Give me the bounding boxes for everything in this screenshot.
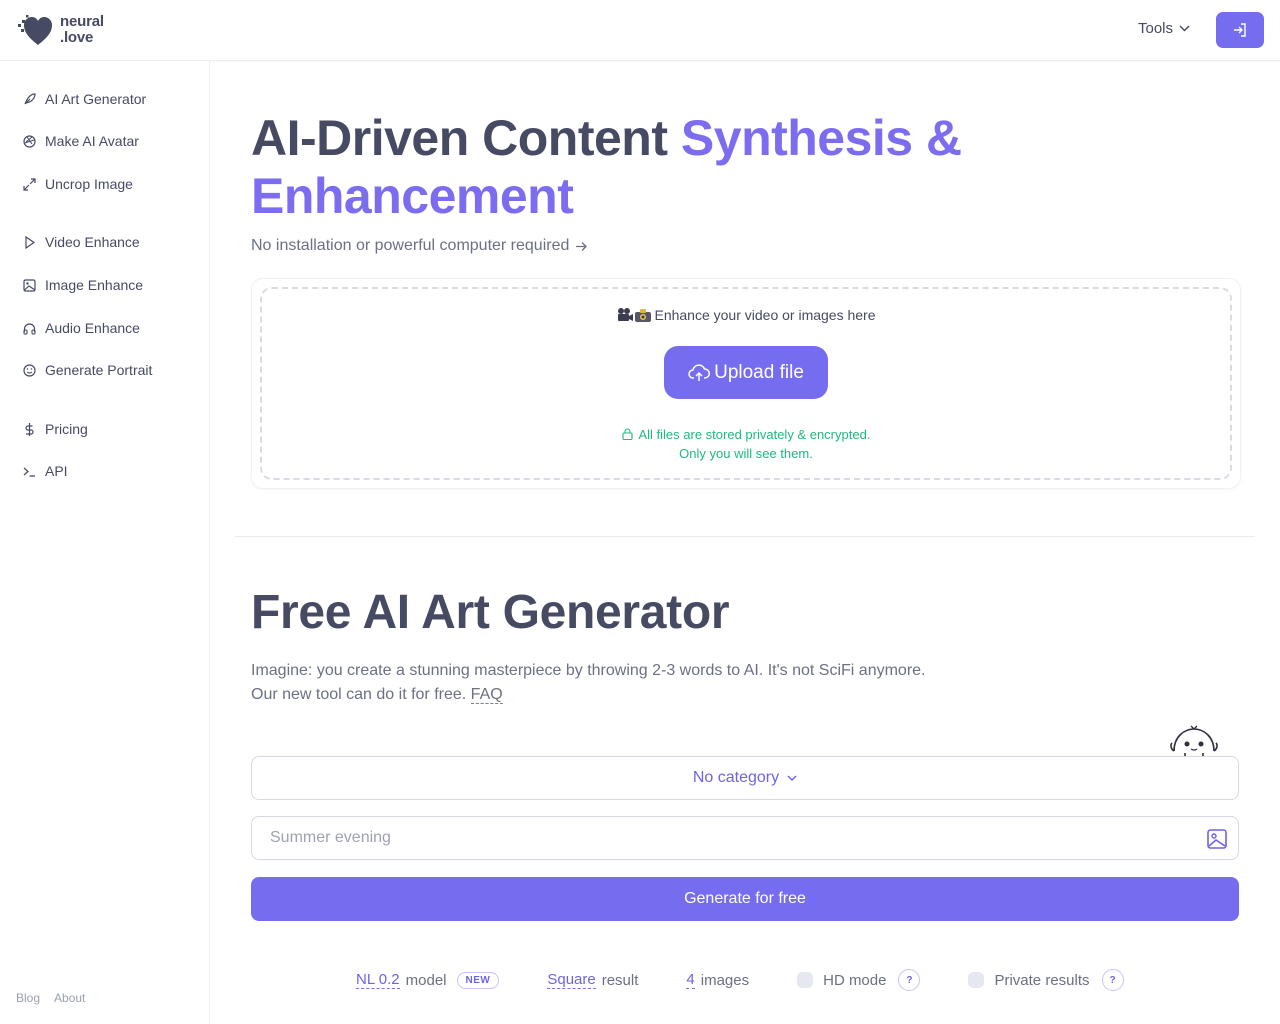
chevron-down-icon <box>787 775 797 781</box>
sidebar-item-generate-portrait[interactable]: Generate Portrait <box>22 360 152 380</box>
cloud-upload-icon <box>688 363 711 381</box>
prompt-field <box>251 816 1239 860</box>
generate-button[interactable]: Generate for free <box>251 877 1239 921</box>
sidebar-item-label: API <box>45 463 68 479</box>
category-value: No category <box>692 769 780 786</box>
count-option[interactable]: 4 images <box>686 971 749 989</box>
terminal-icon <box>23 467 35 477</box>
model-value: NL 0.2 <box>356 971 400 989</box>
sidebar-item-label: Uncrop Image <box>45 176 133 192</box>
log-in-icon <box>1234 23 1246 37</box>
hero-subtitle: No installation or powerful computer req… <box>251 237 570 254</box>
hd-mode-option: HD mode ? <box>797 969 921 991</box>
about-link[interactable]: About <box>54 991 85 1005</box>
sidebar-item-image-enhance[interactable]: Image Enhance <box>22 275 143 295</box>
sidebar-item-label: Audio Enhance <box>45 320 140 336</box>
expand-icon <box>23 177 36 191</box>
chevron-down-icon <box>1179 25 1190 32</box>
sidebar-item-audio-enhance[interactable]: Audio Enhance <box>22 318 140 338</box>
sidebar-item-label: AI Art Generator <box>45 91 147 107</box>
sidebar-item-make-ai-avatar[interactable]: Make AI Avatar <box>22 131 139 151</box>
upload-file-button[interactable]: Upload file <box>664 346 828 399</box>
upload-label-row: Enhance your video or images here <box>262 307 1230 323</box>
arrow-right-icon <box>576 241 588 251</box>
hd-mode-label: HD mode <box>823 971 887 989</box>
sidebar-item-label: Make AI Avatar <box>45 133 139 149</box>
privacy-note: All files are stored privately & encrypt… <box>262 425 1230 463</box>
private-results-label: Private results <box>994 971 1090 989</box>
top-bar: neural .love Tools <box>0 0 1280 61</box>
shape-option[interactable]: Square result <box>547 971 638 989</box>
hd-mode-checkbox[interactable] <box>797 972 814 988</box>
sidebar-item-video-enhance[interactable]: Video Enhance <box>22 232 140 252</box>
upload-dropzone[interactable]: Enhance your video or images here Upload… <box>260 287 1232 480</box>
sidebar-item-uncrop-image[interactable]: Uncrop Image <box>22 174 133 194</box>
heart-logo-icon <box>18 15 52 45</box>
private-results-checkbox[interactable] <box>968 972 985 988</box>
sidebar-item-label: Generate Portrait <box>45 362 153 378</box>
art-desc-line-2: Our new tool can do it for free. <box>251 686 467 703</box>
movie-camera-icon <box>618 308 634 321</box>
privacy-line-2: Only you will see them. <box>679 446 813 461</box>
private-results-help-icon[interactable]: ? <box>1101 969 1124 991</box>
image-icon <box>23 278 36 292</box>
play-icon <box>25 235 36 249</box>
sidebar-footer: Blog About <box>16 991 85 1005</box>
feather-icon <box>24 92 36 104</box>
count-label: images <box>700 971 750 989</box>
generation-options: NL 0.2 model NEW Square result 4 images … <box>356 969 1172 991</box>
private-results-option: Private results ? <box>968 969 1124 991</box>
aperture-icon <box>23 134 36 148</box>
camera-icons <box>616 307 652 323</box>
sidebar-item-ai-art-generator[interactable]: AI Art Generator <box>22 89 146 109</box>
smile-icon <box>23 363 36 377</box>
logo[interactable]: neural .love <box>16 12 104 48</box>
image-upload-icon[interactable] <box>1206 828 1228 850</box>
sidebar-item-api[interactable]: API <box>22 461 68 481</box>
main-content: AI-Driven Content Synthesis & Enhancemen… <box>210 61 1280 1024</box>
model-option[interactable]: NL 0.2 model NEW <box>356 971 500 989</box>
sidebar-item-pricing[interactable]: Pricing <box>22 419 88 439</box>
sidebar-item-label: Pricing <box>45 421 88 437</box>
category-select[interactable]: No category <box>251 756 1239 800</box>
hero-subtitle-link[interactable]: No installation or powerful computer req… <box>251 237 588 255</box>
upload-button-label: Upload file <box>714 361 804 383</box>
shape-value: Square <box>547 971 596 989</box>
faq-link[interactable]: FAQ <box>470 686 503 704</box>
shape-label: result <box>601 971 639 989</box>
logo-line-1: neural <box>60 13 104 30</box>
tools-label: Tools <box>1138 20 1174 37</box>
logo-line-2: .love <box>60 29 94 46</box>
sidebar: AI Art Generator Make AI Avatar Uncrop I… <box>0 61 210 1024</box>
tools-menu[interactable]: Tools <box>1138 20 1190 37</box>
privacy-line-1: All files are stored privately & encrypt… <box>638 427 871 442</box>
count-value: 4 <box>686 971 695 989</box>
headphones-icon <box>23 322 36 335</box>
sidebar-item-label: Image Enhance <box>45 277 144 293</box>
photo-camera-icon <box>635 309 652 322</box>
blog-link[interactable]: Blog <box>16 991 40 1005</box>
prompt-input[interactable] <box>270 817 1190 859</box>
upload-card: Enhance your video or images here Upload… <box>251 278 1241 489</box>
dollar-icon <box>25 422 34 436</box>
art-generator-description: Imagine: you create a stunning masterpie… <box>251 659 1011 707</box>
hero-title: AI-Driven Content Synthesis & Enhancemen… <box>251 109 1011 225</box>
hero-title-plain: AI-Driven Content <box>251 110 681 166</box>
art-desc-line-1: Imagine: you create a stunning masterpie… <box>251 662 926 679</box>
model-label: model <box>405 971 447 989</box>
section-divider <box>235 536 1255 537</box>
art-generator-title: Free AI Art Generator <box>251 586 730 639</box>
login-button[interactable] <box>1216 12 1264 48</box>
lock-icon <box>622 428 633 441</box>
new-badge: NEW <box>456 971 500 989</box>
hd-mode-help-icon[interactable]: ? <box>898 969 921 991</box>
sidebar-item-label: Video Enhance <box>45 234 140 250</box>
upload-label: Enhance your video or images here <box>654 307 876 323</box>
